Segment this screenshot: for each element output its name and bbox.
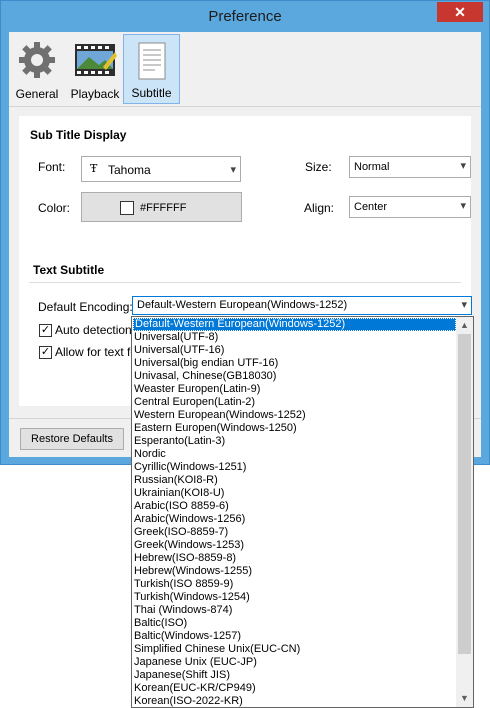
encoding-option[interactable]: Hebrew(ISO-8859-8) xyxy=(133,552,456,565)
color-picker-button[interactable]: #FFFFFF xyxy=(81,192,242,222)
encoding-option[interactable]: Japanese Unix (EUC-JP) xyxy=(133,656,456,669)
font-label: Font: xyxy=(38,160,66,174)
encoding-option[interactable]: Univasal, Chinese(GB18030) xyxy=(133,370,456,383)
encoding-option[interactable]: Ukrainian(KOI8-U) xyxy=(133,487,456,500)
encoding-option[interactable]: Greek(Windows-1253) xyxy=(133,539,456,552)
encoding-option[interactable]: Arabic(ISO 8859-6) xyxy=(133,500,456,513)
encoding-option[interactable]: Greek(ISO-8859-7) xyxy=(133,526,456,539)
align-value: Center xyxy=(354,201,388,213)
encoding-option[interactable]: Hebrew(Windows-1255) xyxy=(133,565,456,578)
color-swatch xyxy=(120,201,134,215)
section-divider xyxy=(29,282,461,283)
color-value: #FFFFFF xyxy=(140,202,187,214)
tab-playback[interactable]: Playback xyxy=(67,34,123,104)
scroll-thumb[interactable] xyxy=(458,334,471,654)
encoding-option[interactable]: Universal(UTF-8) xyxy=(133,331,456,344)
align-label: Align: xyxy=(304,201,335,215)
allow-text-checkbox[interactable]: ✓ xyxy=(39,346,52,359)
close-button[interactable]: ✕ xyxy=(437,2,483,22)
sub-title-display-heading: Sub Title Display xyxy=(30,128,127,142)
font-value: Tahoma xyxy=(108,163,151,177)
encoding-option[interactable]: Central Europen(Latin-2) xyxy=(133,396,456,409)
encoding-select[interactable]: Default-Western European(Windows-1252) ▾ xyxy=(132,296,472,315)
encoding-option[interactable]: Korean(EUC-KR/CP949) xyxy=(133,682,456,695)
encoding-option[interactable]: Baltic(Windows-1257) xyxy=(133,630,456,643)
size-value: Normal xyxy=(354,161,390,173)
encoding-option[interactable]: Turkish(ISO 8859-9) xyxy=(133,578,456,591)
title-bar[interactable]: Preference ✕ xyxy=(1,1,489,33)
chevron-down-icon: ▾ xyxy=(460,160,466,172)
font-select[interactable]: Ŧ Tahoma ▾ xyxy=(81,156,241,182)
text-subtitle-heading: Text Subtitle xyxy=(33,263,105,277)
encoding-label: Default Encoding: xyxy=(38,300,133,314)
encoding-option[interactable]: Universal(UTF-16) xyxy=(133,344,456,357)
encoding-option[interactable]: Turkish(Windows-1254) xyxy=(133,591,456,604)
encoding-option[interactable]: Baltic(ISO) xyxy=(133,617,456,630)
encoding-option[interactable]: Eastern Europen(Windows-1250) xyxy=(133,422,456,435)
auto-detect-checkbox[interactable]: ✓ xyxy=(39,324,52,337)
chevron-down-icon: ▾ xyxy=(461,299,467,311)
chevron-down-icon: ▾ xyxy=(230,164,236,176)
dropdown-scrollbar[interactable]: ▲ ▼ xyxy=(456,317,473,707)
tab-general[interactable]: General xyxy=(11,34,63,104)
size-select[interactable]: Normal ▾ xyxy=(349,156,471,178)
tab-subtitle-label: Subtitle xyxy=(131,86,172,100)
encoding-option[interactable]: Western European(Windows-1252) xyxy=(133,409,456,422)
scroll-up-icon[interactable]: ▲ xyxy=(456,317,473,334)
encoding-option[interactable]: Japanese(Shift JIS) xyxy=(133,669,456,682)
film-icon xyxy=(75,44,117,76)
encoding-option[interactable]: Simplified Chinese Unix(EUC-CN) xyxy=(133,643,456,656)
window-title: Preference xyxy=(208,8,282,25)
restore-defaults-button[interactable]: Restore Defaults xyxy=(20,428,124,450)
encoding-option[interactable]: Russian(KOI8-R) xyxy=(133,474,456,487)
encoding-option[interactable]: Arabic(Windows-1256) xyxy=(133,513,456,526)
chevron-down-icon: ▾ xyxy=(460,200,466,212)
scroll-down-icon[interactable]: ▼ xyxy=(456,690,473,707)
gear-icon xyxy=(19,42,55,78)
encoding-option[interactable]: Universal(big endian UTF-16) xyxy=(133,357,456,370)
tab-subtitle[interactable]: Subtitle xyxy=(123,34,180,104)
encoding-option[interactable]: Korean(ISO-2022-KR) xyxy=(133,695,456,707)
encoding-option[interactable]: Thai (Windows-874) xyxy=(133,604,456,617)
allow-text-label: Allow for text fo xyxy=(55,345,138,359)
encoding-dropdown-list[interactable]: Default-Western European(Windows-1252) Un… xyxy=(131,316,474,708)
tab-general-label: General xyxy=(15,87,59,101)
encoding-option[interactable]: Cyrillic(Windows-1251) xyxy=(133,461,456,474)
color-label: Color: xyxy=(38,201,71,215)
encoding-option[interactable]: Weaster Europen(Latin-9) xyxy=(133,383,456,396)
document-icon xyxy=(138,42,166,80)
tab-toolbar: General Playback Subtitle xyxy=(9,32,481,107)
align-select[interactable]: Center ▾ xyxy=(349,196,471,218)
restore-defaults-label: Restore Defaults xyxy=(31,433,113,445)
tab-playback-label: Playback xyxy=(70,87,120,101)
font-glyph-icon: Ŧ xyxy=(90,162,98,175)
encoding-options: Default-Western European(Windows-1252) Un… xyxy=(133,318,456,707)
encoding-value: Default-Western European(Windows-1252) xyxy=(137,299,348,311)
size-label: Size: xyxy=(305,160,332,174)
encoding-option[interactable]: Esperanto(Latin-3) xyxy=(133,435,456,448)
encoding-option[interactable]: Nordic xyxy=(133,448,456,461)
encoding-option[interactable]: Default-Western European(Windows-1252) xyxy=(133,318,456,331)
